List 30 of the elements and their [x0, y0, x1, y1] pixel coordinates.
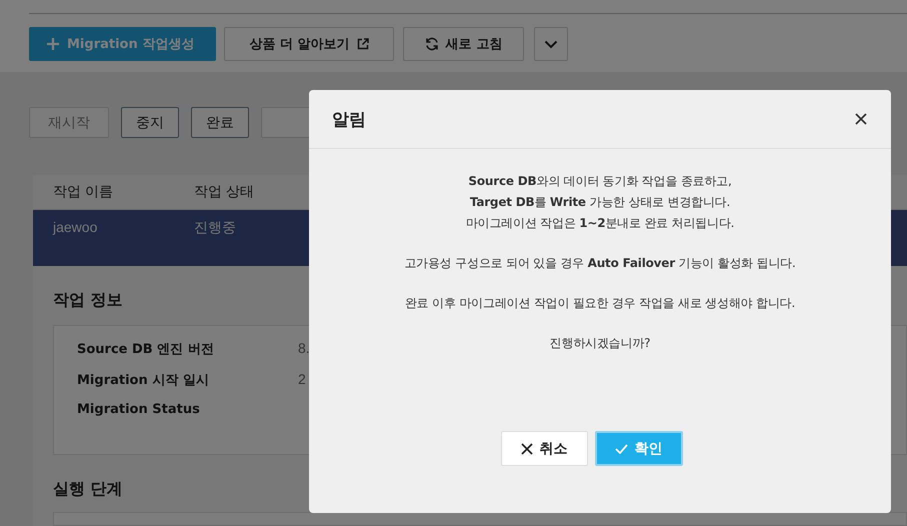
message-text: 진행하시겠습니까? [548, 335, 652, 352]
column-header: 작업 이름 [53, 183, 114, 201]
message-text: Source DB와의 데이터 동기화 작업을 종료하고, Target DB를 Write 가능한 상태로 변경합니다. 마이그레이션 작업은 1~2분내로 완료 처리됩니다. [464, 173, 736, 232]
message-text: 고가용성 구성으로 되어 있을 경우 Auto Failover 기능이 활성화 됩니다. [403, 255, 797, 272]
section-title: 실행 단계 [53, 479, 123, 500]
chevron-down-icon [544, 40, 558, 48]
message-text: 완료 이후 마이그레이션 작업이 필요한 경우 작업을 새로 생성해야 합니다. [404, 295, 796, 312]
field-label: Migration 시작 일시 [77, 372, 210, 389]
refresh-button[interactable]: 새로 고침 [403, 27, 524, 61]
confirm-button[interactable]: 확인 [594, 431, 682, 466]
more-button[interactable] [534, 27, 568, 61]
cancel-button[interactable]: 취소 [500, 431, 588, 466]
field-label: Migration Status [77, 402, 201, 417]
refresh-icon [424, 37, 439, 51]
field-value: 8. [298, 340, 310, 358]
column-header: 작업 상태 [194, 183, 255, 201]
close-icon [520, 442, 532, 454]
table-cell-text: 진행중 [194, 219, 237, 237]
check-icon [614, 444, 628, 454]
plus-icon [46, 37, 60, 51]
external-link-icon [356, 38, 369, 50]
action-button[interactable]: 중지 [121, 107, 179, 138]
learn-more-button[interactable]: 상품 더 알아보기 [224, 27, 394, 61]
action-button[interactable]: 완료 [191, 107, 249, 138]
close-icon [855, 113, 867, 125]
field-label: Source DB 엔진 버전 [77, 341, 215, 358]
dialog-title: 알림 [332, 108, 366, 130]
section-title: 작업 정보 [53, 290, 123, 311]
table-cell-text: jaewoo [53, 219, 98, 237]
field-value: 2 [298, 371, 306, 389]
